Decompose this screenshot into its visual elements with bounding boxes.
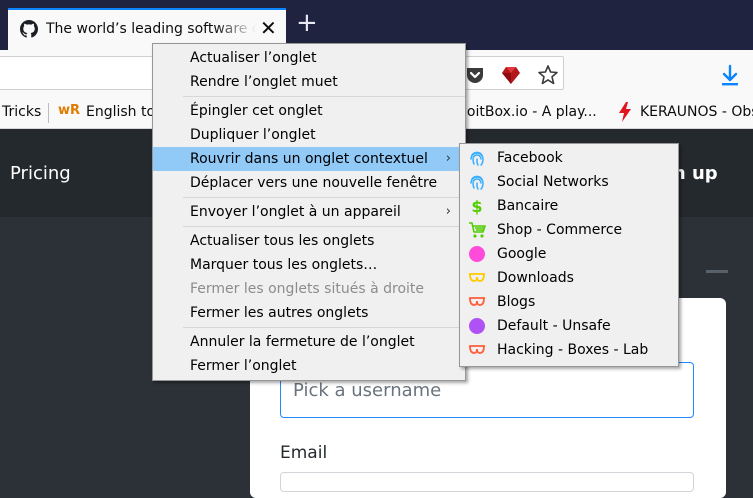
new-tab-button[interactable]: + [296, 10, 318, 36]
container-submenu: Facebook Social Networks $ Bancaire Shop… [459, 143, 679, 367]
menu-item-close-tabs-to-right: Fermer les onglets situés à droite [190, 281, 425, 297]
menu-separator [183, 96, 465, 97]
menu-item-mute-tab[interactable]: Rendre l’onglet muet [153, 70, 465, 94]
menu-item-undo-close-tab[interactable]: Annuler la fermeture de l’onglet [153, 330, 465, 354]
tab-context-menu: Actualiser l’onglet Rendre l’onglet muet… [152, 43, 466, 381]
glasses-icon [469, 297, 485, 306]
container-item-shop-commerce[interactable]: Shop - Commerce [460, 218, 678, 242]
menu-item-close-other-tabs[interactable]: Fermer les autres onglets [153, 301, 465, 325]
menu-item-send-tab-to-device[interactable]: Envoyer l’onglet à un appareil › [153, 200, 465, 224]
menu-item-duplicate-tab[interactable]: Dupliquer l’onglet [153, 123, 465, 147]
keraunos-icon [618, 102, 632, 126]
page-action-icons [464, 64, 569, 86]
close-tab-icon[interactable]: ✕ [260, 16, 277, 40]
pocket-icon[interactable] [464, 64, 486, 86]
container-item-facebook[interactable]: Facebook [460, 146, 678, 170]
ruby-icon[interactable] [500, 64, 522, 86]
email-label: Email [280, 443, 328, 463]
bookmark-item[interactable]: KERAUNOS - Obs [640, 104, 753, 120]
container-item-google[interactable]: Google [460, 242, 678, 266]
container-item-default-unsafe[interactable]: Default - Unsafe [460, 314, 678, 338]
fingerprint-icon [470, 151, 484, 166]
dollar-icon: $ [471, 197, 482, 215]
bookmark-item[interactable]: Tricks [2, 104, 41, 120]
circle-icon [469, 318, 485, 334]
bookmark-separator [48, 103, 49, 123]
tab-title: The world’s leading software development… [46, 21, 256, 37]
svg-text:$: $ [471, 197, 482, 215]
wordreference-icon: wR [58, 103, 81, 118]
menu-item-move-to-new-window[interactable]: Déplacer vers une nouvelle fenêtre [153, 171, 465, 195]
submenu-arrow-icon: › [445, 204, 451, 219]
download-icon[interactable] [718, 63, 742, 91]
container-item-hacking-boxes-lab[interactable]: Hacking - Boxes - Lab [460, 338, 678, 362]
circle-icon [469, 246, 485, 262]
decorative-dash [706, 270, 728, 273]
glasses-icon [469, 273, 485, 282]
menu-item-reload-all-tabs[interactable]: Actualiser tous les onglets [153, 229, 465, 253]
menu-item-reopen-in-container[interactable]: Rouvrir dans un onglet contextuel › [153, 147, 465, 171]
fingerprint-icon [470, 175, 484, 190]
container-item-social-networks[interactable]: Social Networks [460, 170, 678, 194]
container-item-downloads[interactable]: Downloads [460, 266, 678, 290]
glasses-icon [469, 345, 485, 354]
menu-separator [183, 226, 465, 227]
bookmark-star-icon[interactable] [537, 64, 559, 86]
menu-item-close-tab[interactable]: Fermer l’onglet [153, 354, 465, 378]
bookmark-item[interactable]: English to [86, 104, 155, 120]
container-item-bancaire[interactable]: $ Bancaire [460, 194, 678, 218]
menu-separator [183, 327, 465, 328]
submenu-arrow-icon: › [445, 151, 451, 166]
nav-link-pricing[interactable]: Pricing [10, 163, 71, 184]
container-item-blogs[interactable]: Blogs [460, 290, 678, 314]
email-input[interactable] [280, 472, 694, 492]
menu-item-pin-tab[interactable]: Épingler cet onglet [153, 99, 465, 123]
menu-separator [183, 197, 465, 198]
bookmark-item[interactable]: loitBox.io - A play... [463, 104, 597, 120]
menu-item-reload-tab[interactable]: Actualiser l’onglet [153, 46, 465, 70]
github-icon [20, 20, 38, 38]
menu-item-bookmark-all-tabs[interactable]: Marquer tous les onglets… [153, 253, 465, 277]
cart-icon [469, 222, 486, 238]
